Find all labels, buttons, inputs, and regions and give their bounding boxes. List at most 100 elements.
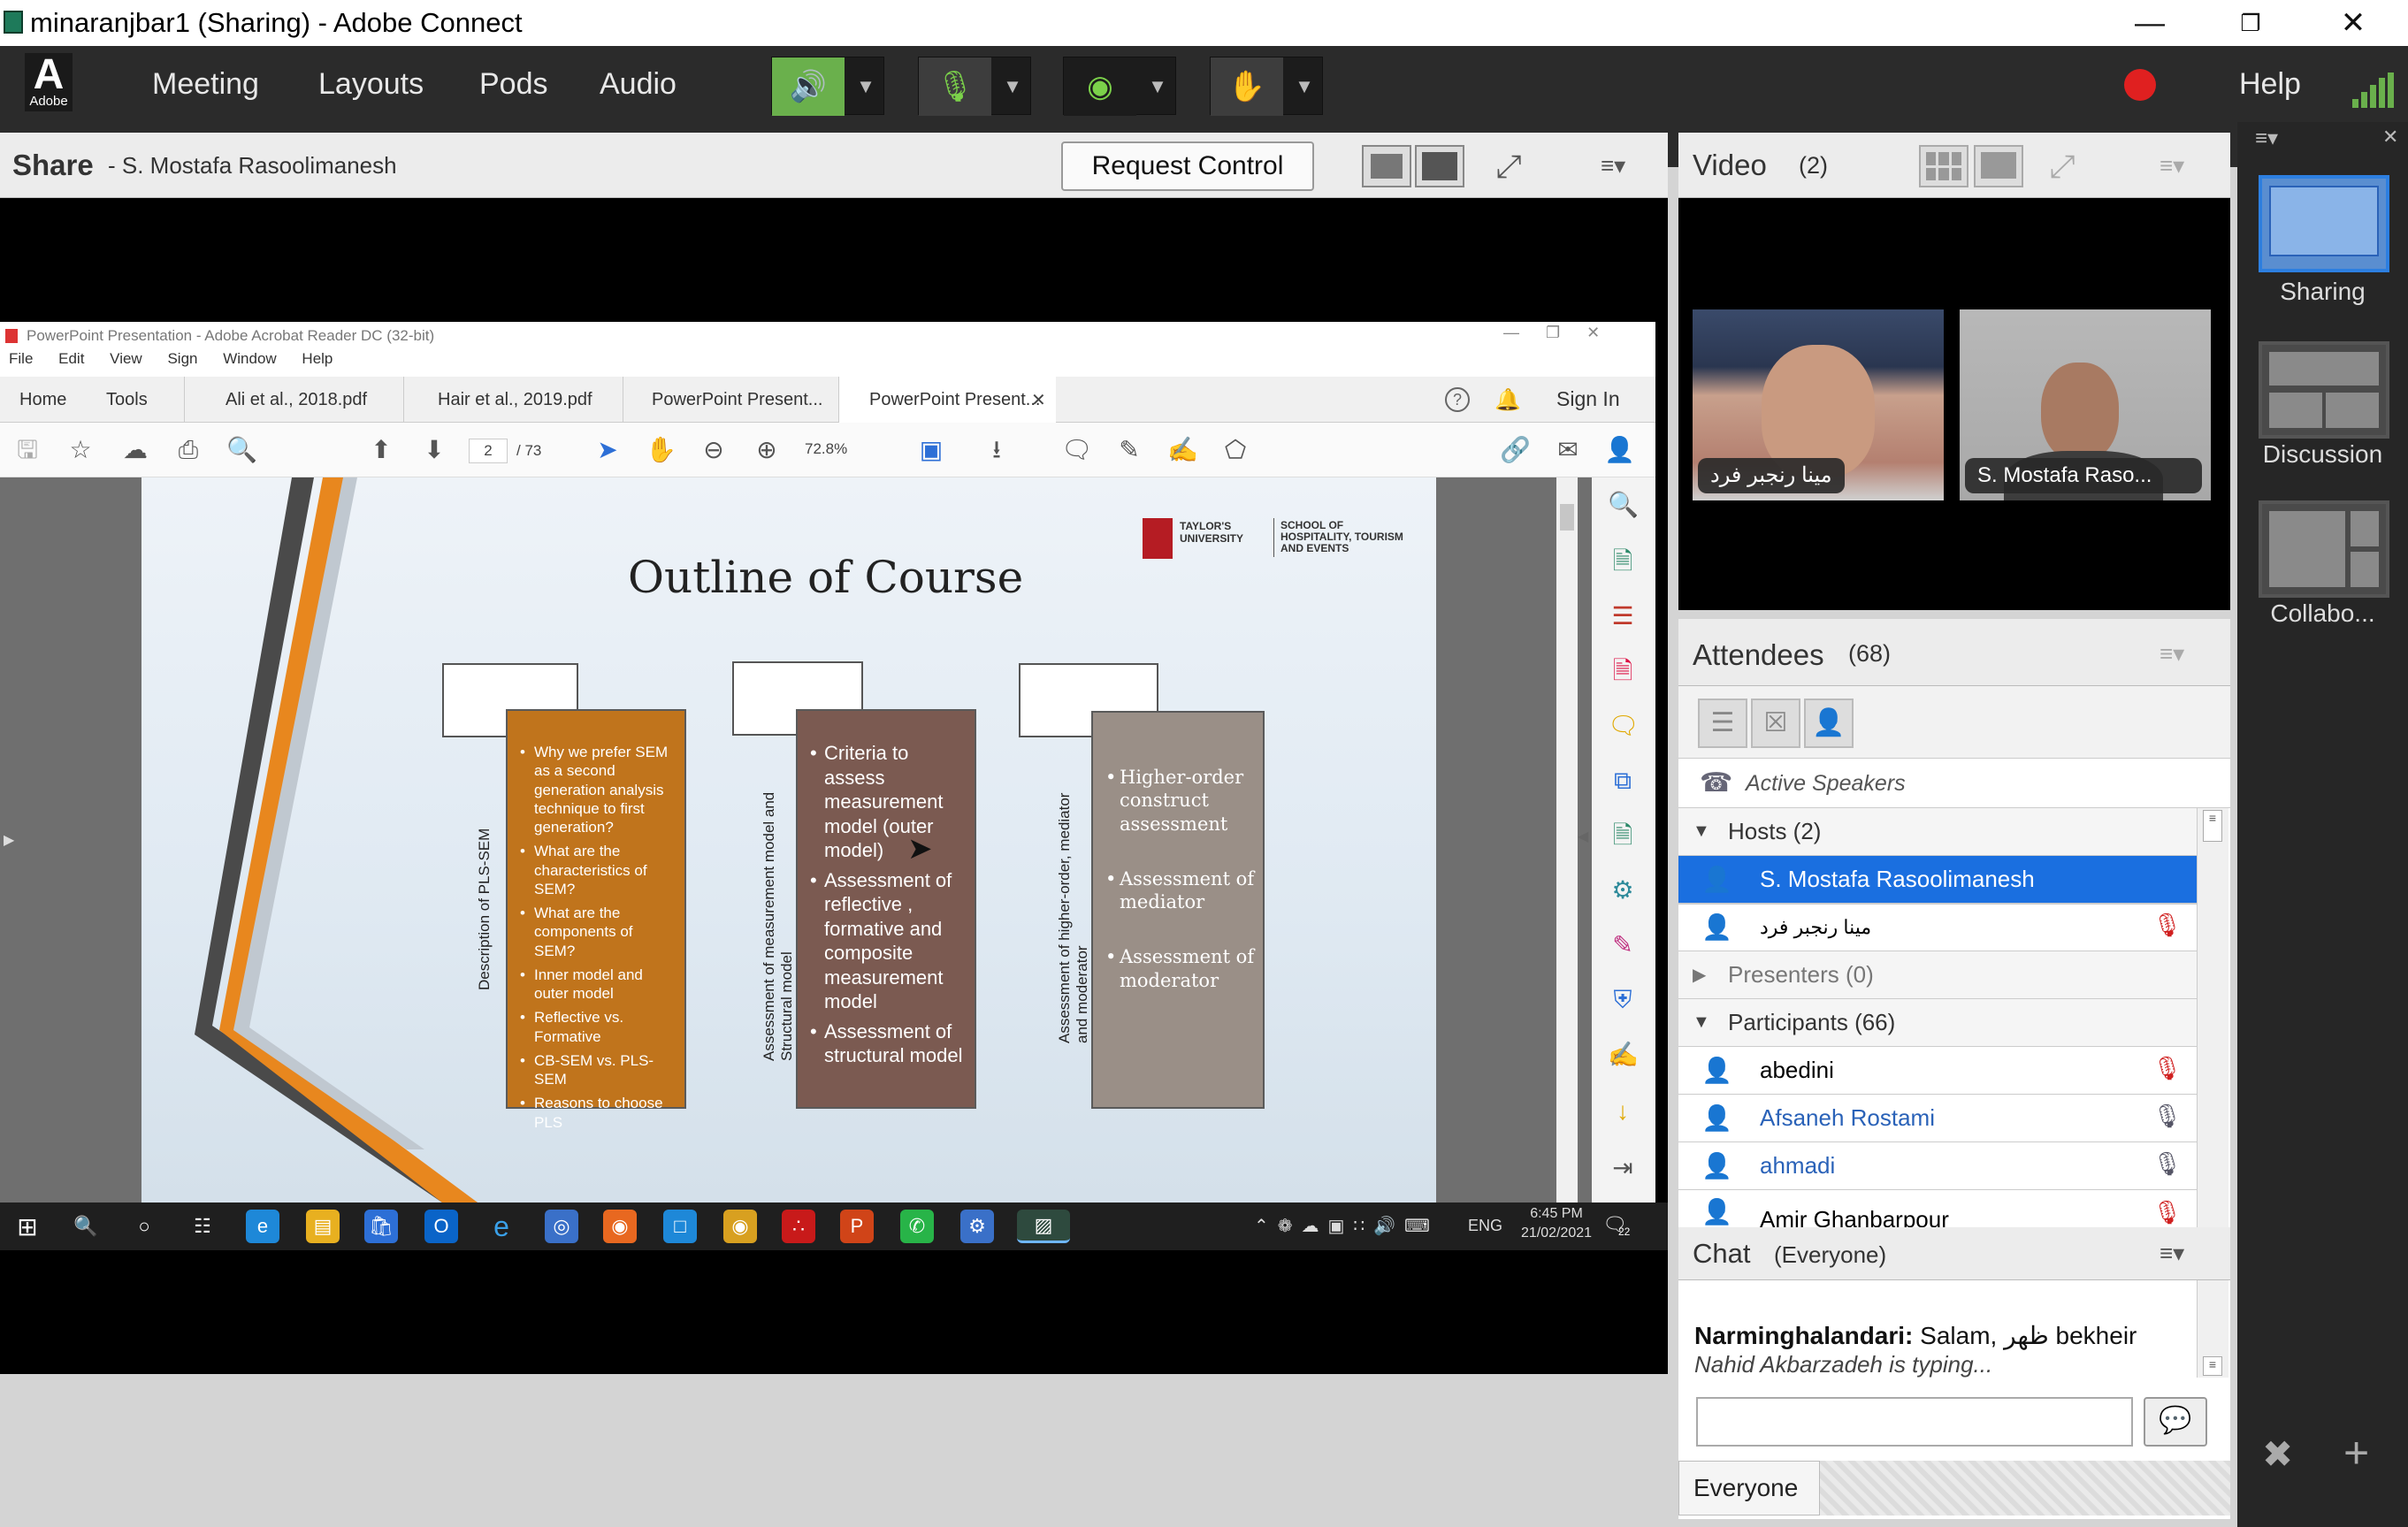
store-icon[interactable]: 🛍 xyxy=(364,1210,398,1243)
hosts-group-header[interactable]: ▼ Hosts (2) xyxy=(1678,808,2197,856)
sign-in-link[interactable]: Sign In xyxy=(1556,387,1620,411)
video-fullscreen-icon[interactable]: ⤢ xyxy=(2041,147,2083,186)
pod-options-menu-icon[interactable]: ≡▾ xyxy=(1601,152,1641,179)
select-cursor-icon[interactable]: ➤ xyxy=(592,435,623,465)
tab-powerpoint-1[interactable]: PowerPoint Present... xyxy=(623,377,838,423)
tab-home[interactable]: Home xyxy=(0,377,88,423)
comment-icon[interactable]: 🗨 xyxy=(1061,435,1093,465)
zoom-out-icon[interactable]: ⊖ xyxy=(699,435,729,465)
layout-label-discussion[interactable]: Discussion xyxy=(2237,440,2408,469)
actual-size-icon[interactable] xyxy=(1415,145,1464,187)
layout-label-collaboration[interactable]: Collabo... xyxy=(2237,599,2408,628)
clock-date[interactable]: 21/02/2021 xyxy=(1512,1225,1601,1241)
acrobat-window-controls[interactable]: —❐✕ xyxy=(1503,324,1645,348)
video-tile-host-female[interactable]: مینا رنجبر فرد xyxy=(1693,309,1944,500)
next-page-icon[interactable]: ⬇ xyxy=(419,435,449,465)
hand-tool-icon[interactable]: ✋ xyxy=(646,435,677,465)
participants-group-header[interactable]: ▼ Participants (66) xyxy=(1678,999,2197,1047)
zoom-level-select[interactable]: 72.8% xyxy=(805,440,879,465)
stamp-icon[interactable]: ⬠ xyxy=(1220,435,1250,465)
settings-gear-icon[interactable]: ⚙ xyxy=(960,1210,994,1243)
fit-page-icon[interactable]: ▣ xyxy=(916,435,946,465)
save-icon[interactable]: 🖫 xyxy=(12,435,42,465)
layout-thumb-discussion[interactable] xyxy=(2259,341,2389,439)
highlight-pen-icon[interactable]: ✎ xyxy=(1114,435,1144,465)
whatsapp-icon[interactable]: ✆ xyxy=(900,1210,934,1243)
raise-hand-control[interactable]: ✋ ▼ xyxy=(1210,57,1323,116)
list-view-icon[interactable]: ☰ xyxy=(1698,699,1747,748)
notification-bell-icon[interactable]: 🔔 xyxy=(1494,387,1521,413)
attendees-options-icon[interactable]: ≡▾ xyxy=(2160,640,2200,667)
acrobat-menu-edit[interactable]: Edit xyxy=(58,350,84,367)
vertical-scrollbar[interactable] xyxy=(1556,477,1578,1203)
comment-tool-icon[interactable]: 🗨 xyxy=(1608,711,1640,741)
outlook-icon[interactable]: O xyxy=(424,1210,458,1243)
protect-icon[interactable]: ⛨ xyxy=(1608,985,1638,1015)
adobe-connect-taskbar-icon[interactable]: ▨ xyxy=(1017,1210,1070,1243)
windows-start-icon[interactable]: ⊞ xyxy=(11,1210,44,1243)
combine-files-icon[interactable]: ⧉ xyxy=(1608,766,1638,796)
acrobat-menu-file[interactable]: File xyxy=(9,350,33,367)
link-icon[interactable]: 🔗 xyxy=(1500,435,1531,465)
filmstrip-view-icon[interactable] xyxy=(1974,145,2023,187)
chevron-down-icon[interactable]: ▼ xyxy=(848,57,883,116)
layout-thumb-collaboration[interactable] xyxy=(2259,500,2389,598)
acrobat-menu-sign[interactable]: Sign xyxy=(167,350,197,367)
system-tray-icons[interactable]: ⌃❁☁▣∷🔊⌨ xyxy=(1254,1215,1439,1237)
acrobat-taskbar-icon[interactable]: ∴ xyxy=(782,1210,815,1243)
tab-ali-2018[interactable]: Ali et al., 2018.pdf xyxy=(184,377,403,423)
file-explorer-icon[interactable]: ▤ xyxy=(306,1210,340,1243)
fit-width-icon[interactable] xyxy=(1362,145,1411,187)
fullscreen-icon[interactable]: ⤢ xyxy=(1487,147,1530,186)
microphone-control[interactable]: 🎙 ▼ xyxy=(918,57,1031,116)
create-pdf-icon[interactable]: 🗎 xyxy=(1608,546,1638,576)
zoom-tool-icon[interactable]: 🔍 xyxy=(1608,490,1639,520)
menu-audio[interactable]: Audio xyxy=(600,67,677,102)
scroll-mode-icon[interactable]: ⭳ xyxy=(982,435,1012,465)
speaker-control[interactable]: 🔊 ▼ xyxy=(771,57,884,116)
request-control-button[interactable]: Request Control xyxy=(1061,141,1314,191)
send-sign-icon[interactable]: ✍ xyxy=(1608,1040,1639,1070)
restore-button[interactable]: ❐ xyxy=(2221,0,2280,46)
collapse-pane-icon[interactable]: ⇥ xyxy=(1608,1153,1638,1183)
breakout-view-icon[interactable]: ☒ xyxy=(1751,699,1800,748)
internet-explorer-icon[interactable]: e xyxy=(485,1210,518,1243)
right-pane-toggle-icon[interactable]: ◀ xyxy=(1578,828,1588,845)
zoom-in-icon[interactable]: ⊕ xyxy=(752,435,782,465)
page-number-input[interactable]: 2 xyxy=(469,439,508,463)
zoom-search-icon[interactable]: 🔍 xyxy=(226,435,257,465)
menu-help[interactable]: Help xyxy=(2239,67,2301,102)
menu-meeting[interactable]: Meeting xyxy=(152,67,259,102)
menu-layouts[interactable]: Layouts xyxy=(318,67,424,102)
chevron-down-icon[interactable]: ▼ xyxy=(1140,57,1175,116)
layout-thumb-sharing[interactable] xyxy=(2259,175,2389,272)
add-layout-icon[interactable]: + xyxy=(2343,1427,2369,1478)
attendees-scrollbar[interactable]: ≡ xyxy=(2197,808,2228,1227)
attendee-row[interactable]: 👤 Afsaneh Rostami 🎙 xyxy=(1678,1095,2197,1142)
organize-pages-icon[interactable]: ☰ xyxy=(1608,601,1638,631)
chrome-icon[interactable]: ◉ xyxy=(723,1210,757,1243)
attendee-row[interactable]: 👤 ahmadi 🎙 xyxy=(1678,1142,2197,1190)
presenters-group-header[interactable]: ▶ Presenters (0) xyxy=(1678,951,2197,999)
fill-sign-icon[interactable]: ✎ xyxy=(1608,930,1638,960)
document-area[interactable]: ▶ TAYLOR'S UNIVERSITY SCHOOL OF HOSPITAL… xyxy=(0,477,1592,1203)
tab-tools[interactable]: Tools xyxy=(87,377,184,423)
language-indicator[interactable]: ENG xyxy=(1468,1217,1502,1235)
bookmark-star-icon[interactable]: ☆ xyxy=(65,435,96,465)
acrobat-menu-window[interactable]: Window xyxy=(223,350,276,367)
attendee-row[interactable]: 👤 abedini 🎙 xyxy=(1678,1047,2197,1095)
clock-time[interactable]: 6:45 PM xyxy=(1521,1206,1592,1222)
edit-pdf-icon[interactable]: 🗎 xyxy=(1608,821,1638,851)
draw-icon[interactable]: ✍ xyxy=(1167,435,1198,465)
upload-cloud-icon[interactable]: ☁ xyxy=(120,435,150,465)
close-tab-icon[interactable]: ✕ xyxy=(1031,389,1046,411)
powerpoint-icon[interactable]: P xyxy=(840,1210,874,1243)
acrobat-menu-view[interactable]: View xyxy=(110,350,142,367)
search-icon[interactable]: 🔍 xyxy=(69,1210,103,1243)
grid-view-icon[interactable] xyxy=(1919,145,1968,187)
task-view-icon[interactable]: ☷ xyxy=(186,1210,219,1243)
send-message-button[interactable]: 💬 xyxy=(2144,1397,2207,1447)
browser-globe-icon[interactable]: ◎ xyxy=(545,1210,578,1243)
chat-options-icon[interactable]: ≡▾ xyxy=(2160,1240,2200,1266)
close-window-button[interactable]: ✕ xyxy=(2324,0,2382,46)
